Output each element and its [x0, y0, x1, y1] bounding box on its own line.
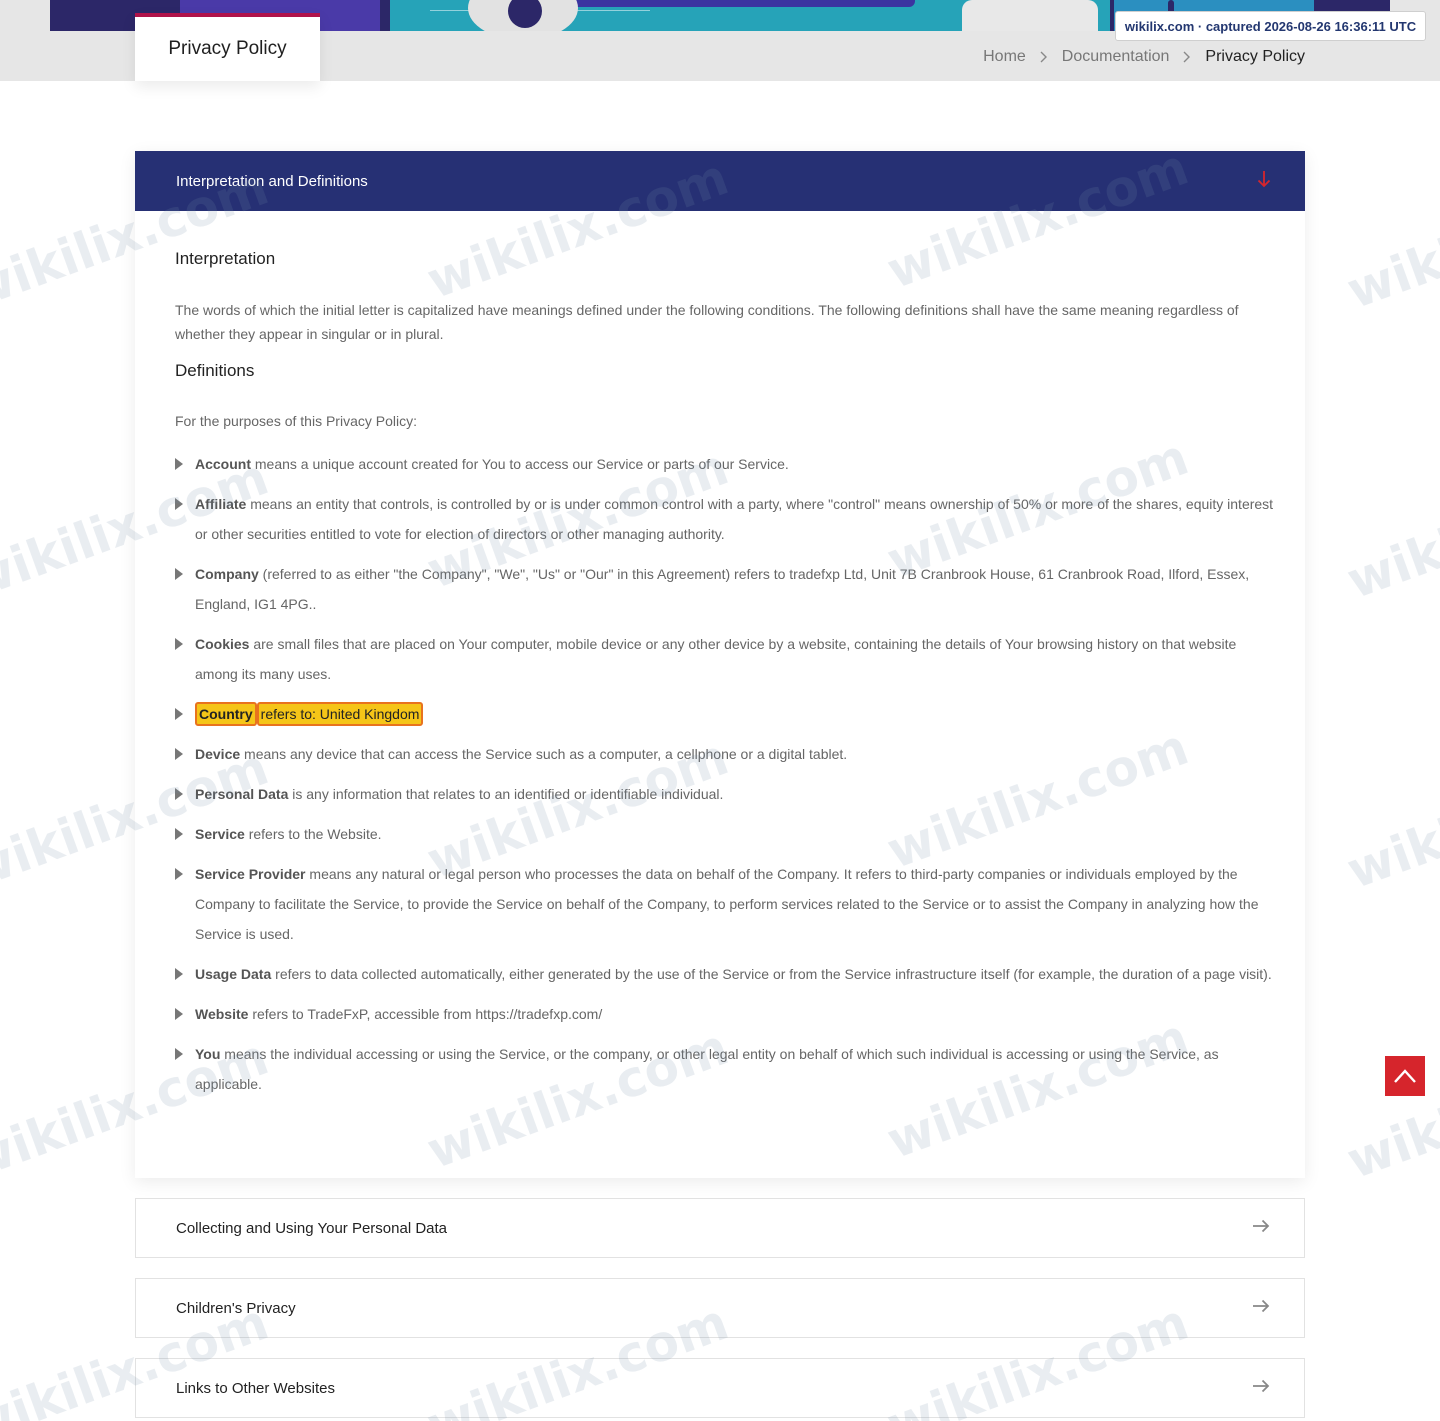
definition-item: Cookies are small files that are placed … — [175, 629, 1275, 689]
definitions-intro: For the purposes of this Privacy Policy: — [175, 413, 417, 429]
definition-item: Service refers to the Website. — [175, 819, 1275, 849]
definition-item-highlighted: Country refers to: United Kingdom — [175, 699, 1275, 729]
breadcrumb: Home Documentation Privacy Policy — [983, 45, 1305, 69]
definition-term: Affiliate — [195, 496, 247, 512]
chevron-right-icon — [1183, 51, 1191, 63]
capture-badge: wikilix.com · captured 2026-08-26 16:36:… — [1115, 11, 1426, 41]
accordion-interpretation-definitions: Interpretation and Definitions Interpret… — [135, 151, 1305, 1178]
definition-item: Affiliate means an entity that controls,… — [175, 489, 1275, 549]
breadcrumb-documentation[interactable]: Documentation — [1062, 48, 1170, 66]
definition-text: refers to the Website. — [244, 826, 382, 842]
definition-term: Cookies — [195, 636, 250, 652]
definition-item: Device means any device that can access … — [175, 739, 1275, 769]
definition-term: Account — [195, 456, 251, 472]
watermark: wikilix.com — [1339, 1027, 1440, 1191]
accordion-title: Interpretation and Definitions — [176, 172, 368, 190]
definition-text: is any information that relates to an id… — [288, 786, 724, 802]
definitions-heading: Definitions — [175, 361, 255, 380]
definition-item: Account means a unique account created f… — [175, 449, 1275, 479]
page-title: Privacy Policy — [168, 38, 287, 59]
triangle-bullet-icon — [175, 788, 183, 800]
accordion-title: Collecting and Using Your Personal Data — [176, 1219, 448, 1237]
triangle-bullet-icon — [175, 1048, 183, 1060]
accordion-links-other-websites[interactable]: Links to Other Websites — [135, 1358, 1305, 1418]
interpretation-heading: Interpretation — [175, 249, 276, 268]
interpretation-text: The words of which the initial letter is… — [175, 302, 1239, 342]
arrow-right-icon — [1252, 1219, 1270, 1238]
watermark: wikilix.com — [1339, 737, 1440, 901]
definition-item: Company (referred to as either "the Comp… — [175, 559, 1275, 619]
definition-text: refers to TradeFxP, accessible from http… — [248, 1006, 603, 1022]
definition-term: Usage Data — [195, 966, 272, 982]
accordion-title: Links to Other Websites — [176, 1379, 335, 1397]
arrow-right-icon — [1252, 1299, 1270, 1318]
triangle-bullet-icon — [175, 868, 183, 880]
breadcrumb-home[interactable]: Home — [983, 48, 1026, 66]
watermark: wikilix.com — [1339, 447, 1440, 611]
definition-text-highlighted: refers to: United Kingdom — [256, 702, 424, 726]
chevron-right-icon — [1040, 51, 1048, 63]
definition-term-highlighted: Country — [195, 702, 257, 726]
definition-item: Service Provider means any natural or le… — [175, 859, 1275, 949]
watermark: wikilix.com — [1339, 157, 1440, 321]
definition-term: Device — [195, 746, 241, 762]
arrow-down-icon — [1257, 170, 1271, 193]
definitions-list: Account means a unique account created f… — [175, 449, 1275, 1099]
accordion-header-interpretation[interactable]: Interpretation and Definitions — [135, 151, 1305, 211]
triangle-bullet-icon — [175, 748, 183, 760]
triangle-bullet-icon — [175, 638, 183, 650]
definition-text: refers to data collected automatically, … — [271, 966, 1272, 982]
triangle-bullet-icon — [175, 828, 183, 840]
back-to-top-button[interactable] — [1385, 1056, 1425, 1096]
definition-text: means an entity that controls, is contro… — [195, 496, 1274, 542]
page-title-card: Privacy Policy — [135, 13, 320, 81]
definition-term: You — [195, 1046, 221, 1062]
definition-item: You means the individual accessing or us… — [175, 1039, 1275, 1099]
definition-text: means the individual accessing or using … — [195, 1046, 1219, 1092]
definition-term: Personal Data — [195, 786, 289, 802]
accordion-collecting-data[interactable]: Collecting and Using Your Personal Data — [135, 1198, 1305, 1258]
definition-term: Service — [195, 826, 245, 842]
breadcrumb-current: Privacy Policy — [1205, 48, 1305, 65]
definition-text: means any natural or legal person who pr… — [195, 866, 1259, 942]
accordion-childrens-privacy[interactable]: Children's Privacy — [135, 1278, 1305, 1338]
triangle-bullet-icon — [175, 968, 183, 980]
definition-term: Website — [195, 1006, 249, 1022]
definition-text: means a unique account created for You t… — [251, 456, 789, 472]
arrow-right-icon — [1252, 1379, 1270, 1398]
triangle-bullet-icon — [175, 1008, 183, 1020]
triangle-bullet-icon — [175, 458, 183, 470]
accordion-title: Children's Privacy — [176, 1299, 296, 1317]
definition-item: Personal Data is any information that re… — [175, 779, 1275, 809]
triangle-bullet-icon — [175, 568, 183, 580]
definition-item: Usage Data refers to data collected auto… — [175, 959, 1275, 989]
chevron-up-icon — [1394, 1069, 1416, 1083]
triangle-bullet-icon — [175, 708, 183, 720]
definition-text: means any device that can access the Ser… — [240, 746, 848, 762]
definition-term: Company — [195, 566, 259, 582]
definition-item: Website refers to TradeFxP, accessible f… — [175, 999, 1275, 1029]
definition-text: (referred to as either "the Company", "W… — [195, 566, 1250, 612]
triangle-bullet-icon — [175, 498, 183, 510]
definition-term: Service Provider — [195, 866, 306, 882]
definition-text: are small files that are placed on Your … — [195, 636, 1237, 682]
accordion-body: Interpretation The words of which the in… — [135, 249, 1305, 1099]
